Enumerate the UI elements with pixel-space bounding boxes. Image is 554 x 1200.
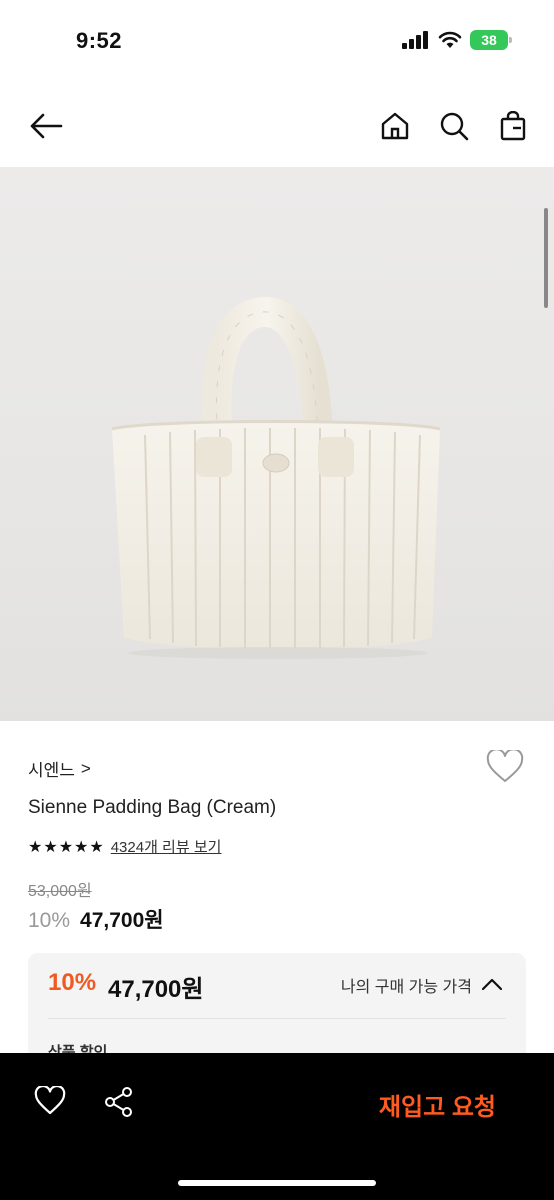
product-name: Sienne Padding Bag (Cream) — [28, 797, 277, 818]
benefit-discount-rate: 10% — [48, 969, 97, 996]
shopping-bag-icon — [500, 111, 526, 141]
signal-icon — [402, 31, 428, 49]
original-price: 53,000원 — [28, 883, 92, 900]
benefit-price: 47,700원 — [108, 976, 204, 1003]
battery-indicator: 38 — [470, 30, 512, 50]
arrow-left-icon — [30, 113, 63, 139]
wifi-icon — [438, 31, 462, 48]
brand-link[interactable]: 시엔느 > — [28, 756, 91, 781]
status-time: 9:52 — [76, 28, 123, 53]
discount-rate: 10% — [28, 909, 71, 932]
brand-name: 시엔느 — [28, 761, 75, 780]
price-row: 10% 47,700원 — [28, 904, 164, 934]
rating-row: ★★★★★ 4324개 리뷰 보기 — [28, 836, 221, 857]
sale-price: 47,700원 — [80, 909, 164, 932]
home-icon — [381, 112, 409, 140]
heart-outline-icon — [486, 748, 524, 782]
heart-icon — [34, 1084, 66, 1115]
padded-tote-bag-illustration — [111, 296, 441, 659]
like-button[interactable] — [34, 1084, 66, 1121]
image-scrollbar[interactable] — [544, 208, 548, 308]
home-indicator[interactable] — [178, 1180, 376, 1186]
search-button[interactable] — [434, 106, 474, 146]
cart-button[interactable] — [493, 106, 533, 146]
back-button[interactable] — [26, 106, 66, 146]
benefit-toggle-label[interactable]: 나의 구매 가능 가격 — [341, 973, 472, 997]
benefit-toggle-button[interactable] — [480, 972, 504, 996]
share-button[interactable] — [103, 1086, 135, 1123]
share-icon — [105, 1087, 132, 1117]
review-link[interactable]: 4324개 리뷰 보기 — [111, 836, 222, 857]
chevron-up-icon — [481, 978, 503, 991]
status-icons: 38 — [402, 30, 512, 50]
home-button[interactable] — [375, 106, 415, 146]
star-rating-icon: ★★★★★ — [28, 838, 105, 856]
wishlist-button[interactable] — [486, 748, 524, 789]
search-icon — [440, 112, 469, 141]
bottom-action-bar — [0, 1053, 554, 1200]
restock-request-button[interactable]: 재입고 요청 — [379, 1087, 496, 1122]
divider — [48, 1018, 506, 1019]
chevron-right-icon: > — [80, 758, 91, 778]
product-image[interactable] — [0, 167, 554, 721]
